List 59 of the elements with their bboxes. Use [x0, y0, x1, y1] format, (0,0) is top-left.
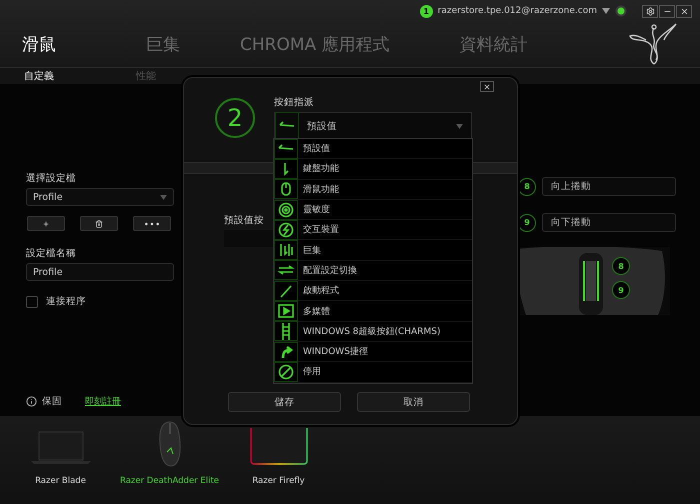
delete-button[interactable]: [80, 216, 118, 231]
sub-tab[interactable]: 自定義: [24, 69, 136, 83]
dropdown-option[interactable]: 鍵盤功能: [274, 159, 472, 180]
device-name[interactable]: Razer DeathAdder Elite: [120, 476, 220, 486]
trash-icon: [95, 220, 103, 228]
field-label: 預設值按: [224, 214, 265, 227]
profile-action-button[interactable]: +: [27, 216, 65, 231]
account-email: razerstore.tpe.012@razerzone.com: [438, 6, 597, 16]
status-orb-icon[interactable]: [615, 5, 627, 17]
profile-action-button[interactable]: • • •: [133, 216, 171, 231]
device-name[interactable]: Razer Firefly: [252, 476, 305, 486]
checkbox-label: 連接程序: [46, 295, 86, 308]
dropdown-option[interactable]: 交互裝置: [274, 220, 472, 240]
warranty-label: 保固: [42, 395, 62, 408]
dropdown-option[interactable]: 停用: [274, 362, 472, 383]
dropdown-option[interactable]: WINDOWS捷徑: [274, 342, 472, 362]
field-label: 設定檔名稱: [26, 247, 77, 260]
dropdown-option[interactable]: 啟動程式: [274, 281, 472, 302]
register-link[interactable]: 即刻註冊: [85, 395, 121, 408]
mouse-icon: [274, 179, 298, 200]
close-button[interactable]: [676, 4, 692, 18]
dropdown-option[interactable]: 預設值: [274, 139, 472, 160]
device-name[interactable]: Razer Blade: [35, 476, 86, 486]
field-label: 按鈕指派: [274, 96, 315, 109]
binding-field[interactable]: 向下捲動: [542, 213, 676, 232]
swap-icon: [274, 260, 298, 280]
target-icon: [274, 200, 298, 220]
settings-button[interactable]: [642, 4, 658, 18]
binding-field[interactable]: 向上捲動: [542, 177, 676, 196]
profile-name-field[interactable]: Profile: [26, 263, 174, 281]
close-button[interactable]: [480, 81, 494, 92]
caret-icon: [456, 124, 463, 129]
dropdown-caret-icon[interactable]: [602, 8, 610, 14]
dropdown-option[interactable]: WINDOWS 8超級按鈕(CHARMS): [274, 322, 472, 342]
dropdown-option[interactable]: 配置設定切換: [274, 260, 472, 282]
info-icon: [26, 396, 37, 407]
dropdown-option[interactable]: 靈敏度: [274, 200, 472, 220]
field-label: 選擇設定檔: [26, 172, 77, 185]
dialog-button[interactable]: 取消: [357, 392, 470, 412]
dropdown-option[interactable]: 巨集: [274, 240, 472, 261]
dropdown-option[interactable]: 滑鼠功能: [274, 180, 472, 200]
nav-tab[interactable]: 滑鼠: [22, 33, 56, 56]
dialog-button[interactable]: 儲存: [228, 392, 341, 412]
play-icon: [274, 301, 298, 322]
settings-icon: [646, 6, 654, 16]
close-icon: [483, 82, 491, 90]
close-icon: [680, 6, 688, 16]
minimize-button[interactable]: [659, 4, 675, 18]
profile-select[interactable]: Profile: [26, 188, 174, 206]
film-strip-icon: [274, 321, 298, 342]
button-number: 2: [215, 98, 255, 138]
checkbox[interactable]: [26, 296, 38, 308]
notification-badge[interactable]: 1: [420, 4, 433, 18]
prohibited-icon: [274, 362, 298, 382]
dropdown-option[interactable]: 多媒體: [274, 301, 472, 322]
slash-icon: [274, 280, 298, 301]
assignment-select[interactable]: 預設值: [274, 112, 472, 141]
caret-icon: [160, 194, 167, 200]
arrows-icon: [274, 240, 298, 260]
